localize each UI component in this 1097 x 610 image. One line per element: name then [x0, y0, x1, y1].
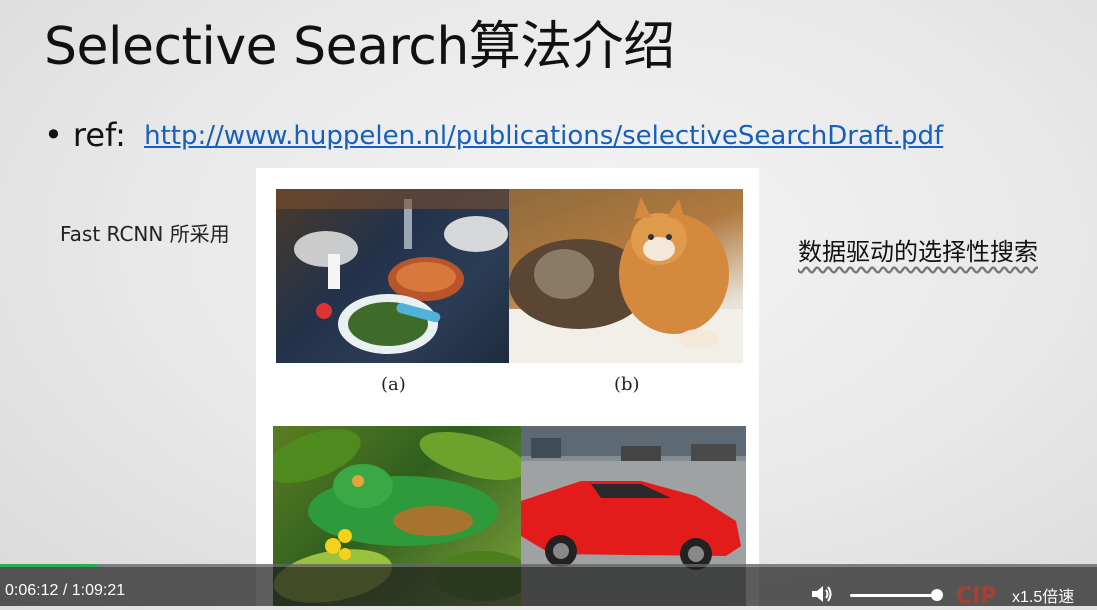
caption-b: (b): [614, 374, 640, 395]
watermark-logo: CIP: [956, 584, 1012, 609]
volume-slider[interactable]: [850, 594, 940, 597]
time-display: 0:06:12 / 1:09:21: [5, 582, 125, 600]
slide: Selective Search算法介绍 • ref: http://www.hu…: [0, 0, 1097, 606]
svg-text:CIP: CIP: [956, 584, 996, 606]
slide-title: Selective Search算法介绍: [44, 17, 675, 77]
progress-fill: [0, 564, 98, 567]
bullet-dot: •: [44, 116, 63, 154]
right-note: 数据驱动的选择性搜索: [798, 238, 1038, 266]
speaker-icon[interactable]: [810, 583, 834, 605]
time-separator: /: [62, 582, 68, 599]
caption-a: (a): [381, 374, 406, 395]
video-player-bar: 0:06:12 / 1:09:21 CIP x1.5倍速: [0, 564, 1097, 609]
current-time: 0:06:12: [5, 582, 59, 599]
volume-knob[interactable]: [931, 589, 943, 601]
photo-dining-table: [276, 189, 509, 363]
ref-link[interactable]: http://www.huppelen.nl/publications/sele…: [144, 121, 943, 151]
figure-panel: (a) (b): [256, 168, 759, 606]
side-note: Fast RCNN 所采用: [60, 222, 230, 246]
photo-cats: [509, 189, 743, 363]
ref-bullet: • ref: http://www.huppelen.nl/publication…: [44, 116, 943, 154]
progress-bar[interactable]: [0, 564, 1097, 567]
playback-speed-button[interactable]: x1.5倍速: [1012, 583, 1074, 607]
ref-label: ref:: [72, 116, 126, 154]
total-time: 1:09:21: [71, 582, 126, 599]
